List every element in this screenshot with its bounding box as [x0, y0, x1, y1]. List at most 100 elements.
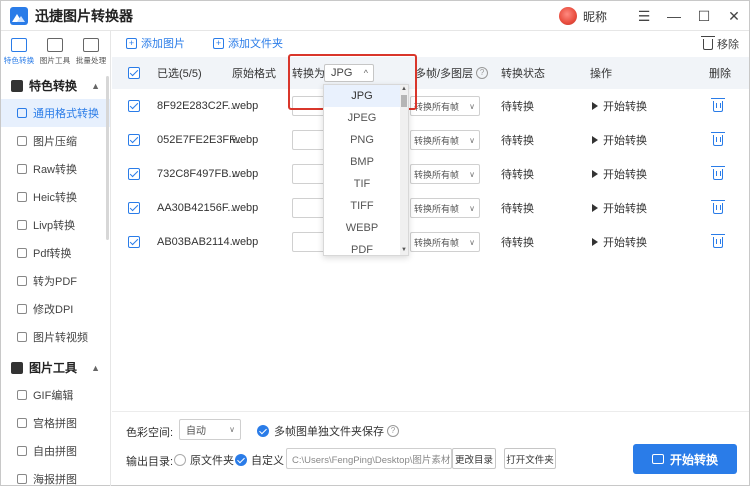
- row-start-button[interactable]: 开始转换: [592, 98, 647, 114]
- trash-icon[interactable]: [711, 199, 725, 214]
- dropdown-option-jpg[interactable]: JPG: [324, 85, 400, 107]
- menu-icon[interactable]: ☰: [629, 1, 659, 31]
- row-checkbox-cell: [128, 89, 140, 123]
- sidebar-item-gif[interactable]: GIF编辑: [1, 381, 110, 409]
- sidebar-item-free-collage[interactable]: 自由拼图: [1, 437, 110, 465]
- tab-image-tools[interactable]: 图片工具: [37, 35, 73, 69]
- dropdown-option-tif[interactable]: TIF: [324, 173, 400, 195]
- sidebar-item-compress[interactable]: 图片压缩: [1, 127, 110, 155]
- help-icon[interactable]: ?: [476, 67, 489, 79]
- frames-value: 转换所有帧: [414, 169, 460, 180]
- sidebar-item-grid[interactable]: 宫格拼图: [1, 409, 110, 437]
- chevron-up-icon: ▲: [91, 362, 100, 373]
- frames-select[interactable]: 转换所有帧 ∨: [410, 232, 480, 252]
- row-start-button[interactable]: 开始转换: [592, 200, 647, 216]
- table-row[interactable]: 8F92E283C2F... webp 转换所有帧 ∨ 待转换 开始转换: [112, 89, 749, 123]
- sidebar-item-label: 海报拼图: [33, 474, 77, 486]
- dropdown-option-webp[interactable]: WEBP: [324, 217, 400, 239]
- frames-select[interactable]: 转换所有帧 ∨: [410, 198, 480, 218]
- row-checkbox[interactable]: [128, 202, 140, 214]
- scroll-down-icon[interactable]: ▼: [401, 247, 407, 253]
- sidebar-scrollbar[interactable]: [106, 76, 109, 240]
- dropdown-option-pdf[interactable]: PDF: [324, 239, 400, 255]
- open-folder-button[interactable]: 打开文件夹: [504, 448, 556, 469]
- table-row[interactable]: 732C8F497FB... webp 转换所有帧 ∨ 待转换 开始转换: [112, 157, 749, 191]
- add-folder-button[interactable]: + 添加文件夹: [213, 35, 283, 51]
- sidebar-item-pdf[interactable]: Pdf转换: [1, 239, 110, 267]
- status-text: 待转换: [501, 135, 534, 147]
- file-format: webp: [232, 134, 259, 146]
- help-icon[interactable]: ?: [387, 425, 399, 437]
- table-row[interactable]: AB03BAB2114... webp 转换所有帧 ∨ 待转换 开始转换: [112, 225, 749, 259]
- title-bar-right: 昵称 ☰ — ☐ ✕: [558, 1, 749, 31]
- sidebar-item-heic[interactable]: Heic转换: [1, 183, 110, 211]
- heic-icon: [17, 192, 27, 202]
- avatar[interactable]: [558, 7, 577, 25]
- sidebar-item-livp[interactable]: Livp转换: [1, 211, 110, 239]
- table-row[interactable]: 052E7FE2E3FF... webp 转换所有帧 ∨ 待转换 开始转换: [112, 123, 749, 157]
- row-checkbox[interactable]: [128, 236, 140, 248]
- dpi-icon: [17, 304, 27, 314]
- row-checkbox-cell: [128, 191, 140, 225]
- dropdown-scroll-thumb[interactable]: [401, 95, 407, 107]
- change-dir-button[interactable]: 更改目录: [452, 448, 496, 469]
- section-image-tools[interactable]: 图片工具 ▲: [1, 354, 110, 381]
- add-image-button[interactable]: + 添加图片: [126, 35, 185, 51]
- frames-value: 转换所有帧: [414, 203, 460, 214]
- close-button[interactable]: ✕: [719, 1, 749, 31]
- frames-select[interactable]: 转换所有帧 ∨: [410, 164, 480, 184]
- maximize-button[interactable]: ☐: [689, 1, 719, 31]
- sidebar-item-to-video[interactable]: 图片转视频: [1, 323, 110, 351]
- trash-icon[interactable]: [711, 233, 725, 248]
- section-feature-convert[interactable]: 特色转换 ▲: [1, 72, 110, 99]
- sidebar-item-label: 图片转视频: [33, 332, 88, 344]
- convert-to-select[interactable]: JPG ^: [324, 64, 374, 82]
- sidebar-item-to-pdf[interactable]: 转为PDF: [1, 267, 110, 295]
- play-icon: [592, 170, 598, 178]
- frames-select[interactable]: 转换所有帧 ∨: [410, 130, 480, 150]
- custom-option[interactable]: 自定义: [235, 452, 284, 468]
- row-checkbox[interactable]: [128, 134, 140, 146]
- select-all-checkbox[interactable]: [128, 67, 140, 79]
- sidebar-item-poster[interactable]: 海报拼图: [1, 465, 110, 486]
- frames-value: 转换所有帧: [414, 101, 460, 112]
- dropdown-option-png[interactable]: PNG: [324, 129, 400, 151]
- sidebar-item-raw[interactable]: Raw转换: [1, 155, 110, 183]
- minimize-button[interactable]: —: [659, 1, 689, 31]
- row-checkbox[interactable]: [128, 168, 140, 180]
- checked-icon: [257, 425, 269, 437]
- header-frames-cell: 多帧/多图层 ?: [415, 57, 489, 89]
- save-separate-option[interactable]: 多帧图单独文件夹保存 ?: [257, 423, 399, 439]
- dropdown-option-bmp[interactable]: BMP: [324, 151, 400, 173]
- sidebar-item-format-convert[interactable]: 通用格式转换: [1, 99, 110, 127]
- scroll-up-icon[interactable]: ▲: [401, 86, 407, 92]
- trash-icon[interactable]: [711, 97, 725, 112]
- header-selected: 已选(5/5): [157, 68, 202, 80]
- output-path-input[interactable]: C:\Users\FengPing\Desktop\图片素材: [286, 448, 452, 469]
- tab-batch[interactable]: 批量处理: [73, 35, 109, 69]
- row-start-button[interactable]: 开始转换: [592, 234, 647, 250]
- radio-icon: [174, 454, 186, 466]
- nickname[interactable]: 昵称: [583, 8, 607, 25]
- gif-icon: [17, 390, 27, 400]
- format-icon: [17, 108, 27, 118]
- tab-convert[interactable]: 特色转换: [1, 35, 37, 69]
- original-folder-option[interactable]: 原文件夹: [174, 452, 234, 468]
- remove-button[interactable]: 移除: [701, 35, 739, 52]
- dropdown-scrollbar[interactable]: ▲ ▼: [400, 85, 408, 255]
- trash-icon[interactable]: [711, 131, 725, 146]
- status-text: 待转换: [501, 169, 534, 181]
- dropdown-option-tiff[interactable]: TIFF: [324, 195, 400, 217]
- row-start-button[interactable]: 开始转换: [592, 166, 647, 182]
- row-start-button[interactable]: 开始转换: [592, 132, 647, 148]
- dropdown-option-jpeg[interactable]: JPEG: [324, 107, 400, 129]
- row-checkbox[interactable]: [128, 100, 140, 112]
- trash-icon[interactable]: [711, 165, 725, 180]
- sidebar-item-dpi[interactable]: 修改DPI: [1, 295, 110, 323]
- start-convert-button[interactable]: 开始转换: [633, 444, 737, 474]
- file-name: AA30B42156F...: [157, 202, 237, 214]
- start-cell: 开始转换: [592, 89, 647, 123]
- color-space-select[interactable]: 自动 ∨: [179, 419, 241, 440]
- table-row[interactable]: AA30B42156F... webp 转换所有帧 ∨ 待转换 开始转换: [112, 191, 749, 225]
- frames-select[interactable]: 转换所有帧 ∨: [410, 96, 480, 116]
